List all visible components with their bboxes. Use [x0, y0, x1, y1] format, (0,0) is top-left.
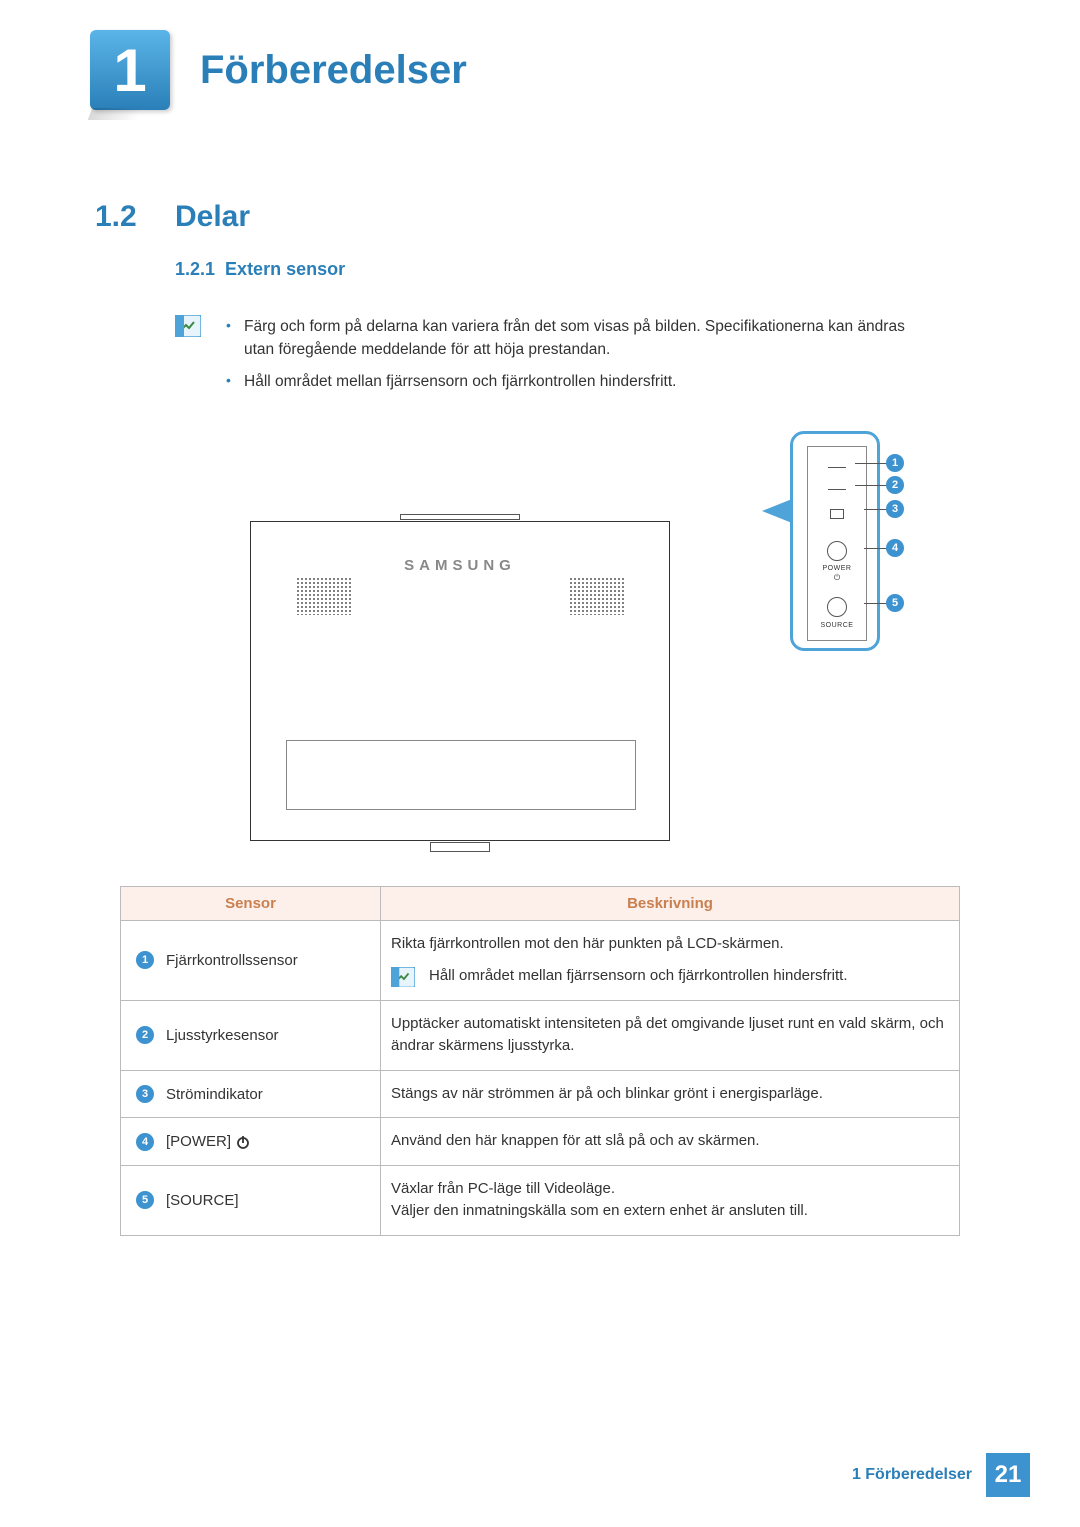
sensor-name: [POWER]	[166, 1133, 231, 1150]
section-heading: 1.2 Delar	[95, 200, 1080, 234]
table-row: 4 [POWER] Använd den här knappen för att…	[121, 1118, 960, 1166]
sensor-name: Strömindikator	[166, 1086, 263, 1103]
diagram-badge-5: 5	[886, 594, 904, 612]
chapter-number-badge: 1	[90, 30, 170, 110]
note-icon	[175, 315, 201, 337]
subsection-number: 1.2.1	[175, 259, 215, 280]
sensor-desc-2: Väljer den inmatningskälla som en extern…	[391, 1200, 949, 1223]
diagram-badge-4: 4	[886, 539, 904, 557]
sensor-name: Fjärrkontrollssensor	[166, 952, 298, 969]
table-header-row: Sensor Beskrivning	[121, 886, 960, 920]
diagram-badge-1: 1	[886, 454, 904, 472]
subsection-title: Extern sensor	[225, 259, 345, 280]
section-number: 1.2	[95, 200, 175, 234]
sensor-desc: Stängs av när strömmen är på och blinkar…	[381, 1070, 960, 1118]
section-title: Delar	[175, 200, 250, 234]
row-badge-2: 2	[136, 1026, 154, 1044]
sensor-table: Sensor Beskrivning 1 Fjärrkontrollssenso…	[120, 886, 960, 1236]
diagram-badge-2: 2	[886, 476, 904, 494]
table-header-description: Beskrivning	[381, 886, 960, 920]
power-icon	[235, 1134, 251, 1150]
subsection-heading: 1.2.1 Extern sensor	[175, 259, 1080, 280]
callout-source-label: SOURCE	[808, 622, 866, 629]
sensor-desc: Rikta fjärrkontrollen mot den här punkte…	[391, 933, 949, 956]
table-row: 1 Fjärrkontrollssensor Rikta fjärrkontro…	[121, 920, 960, 1000]
row-badge-5: 5	[136, 1191, 154, 1209]
brand-label: SAMSUNG	[251, 557, 669, 574]
sensor-callout: POWER ⏻ SOURCE	[790, 431, 880, 651]
table-header-sensor: Sensor	[121, 886, 381, 920]
diagram-badge-3: 3	[886, 500, 904, 518]
row-badge-3: 3	[136, 1085, 154, 1103]
callout-power-label: POWER	[808, 565, 866, 572]
sensor-desc: Använd den här knappen för att slå på oc…	[381, 1118, 960, 1166]
row-badge-4: 4	[136, 1133, 154, 1151]
note-item: Färg och form på delarna kan variera frå…	[226, 315, 935, 362]
table-row: 5 [SOURCE] Växlar från PC-läge till Vide…	[121, 1165, 960, 1235]
note-item: Håll området mellan fjärrsensorn och fjä…	[226, 370, 935, 393]
note-icon	[391, 967, 415, 987]
sensor-name: Ljusstyrkesensor	[166, 1027, 279, 1044]
table-row: 3 Strömindikator Stängs av när strömmen …	[121, 1070, 960, 1118]
page-footer: 1 Förberedelser 21	[852, 1453, 1030, 1497]
footer-chapter-label: 1 Förberedelser	[852, 1466, 972, 1484]
chapter-header: 1 Förberedelser	[0, 0, 1080, 110]
sensor-desc: Växlar från PC-läge till Videoläge.	[391, 1178, 949, 1201]
callout-pointer	[762, 499, 792, 523]
page-number: 21	[986, 1453, 1030, 1497]
note-block: Färg och form på delarna kan variera frå…	[175, 315, 935, 401]
device-diagram: SAMSUNG POWER ⏻ SOURCE 1 2 3 4 5	[180, 431, 900, 861]
note-list: Färg och form på delarna kan variera frå…	[226, 315, 935, 401]
chapter-title: Förberedelser	[200, 48, 467, 93]
sensor-note: Håll området mellan fjärrsensorn och fjä…	[429, 965, 848, 988]
sensor-desc: Upptäcker automatiskt intensiteten på de…	[381, 1000, 960, 1070]
device-outline: SAMSUNG	[250, 521, 670, 841]
table-row: 2 Ljusstyrkesensor Upptäcker automatiskt…	[121, 1000, 960, 1070]
sensor-name: [SOURCE]	[166, 1192, 239, 1209]
row-badge-1: 1	[136, 951, 154, 969]
